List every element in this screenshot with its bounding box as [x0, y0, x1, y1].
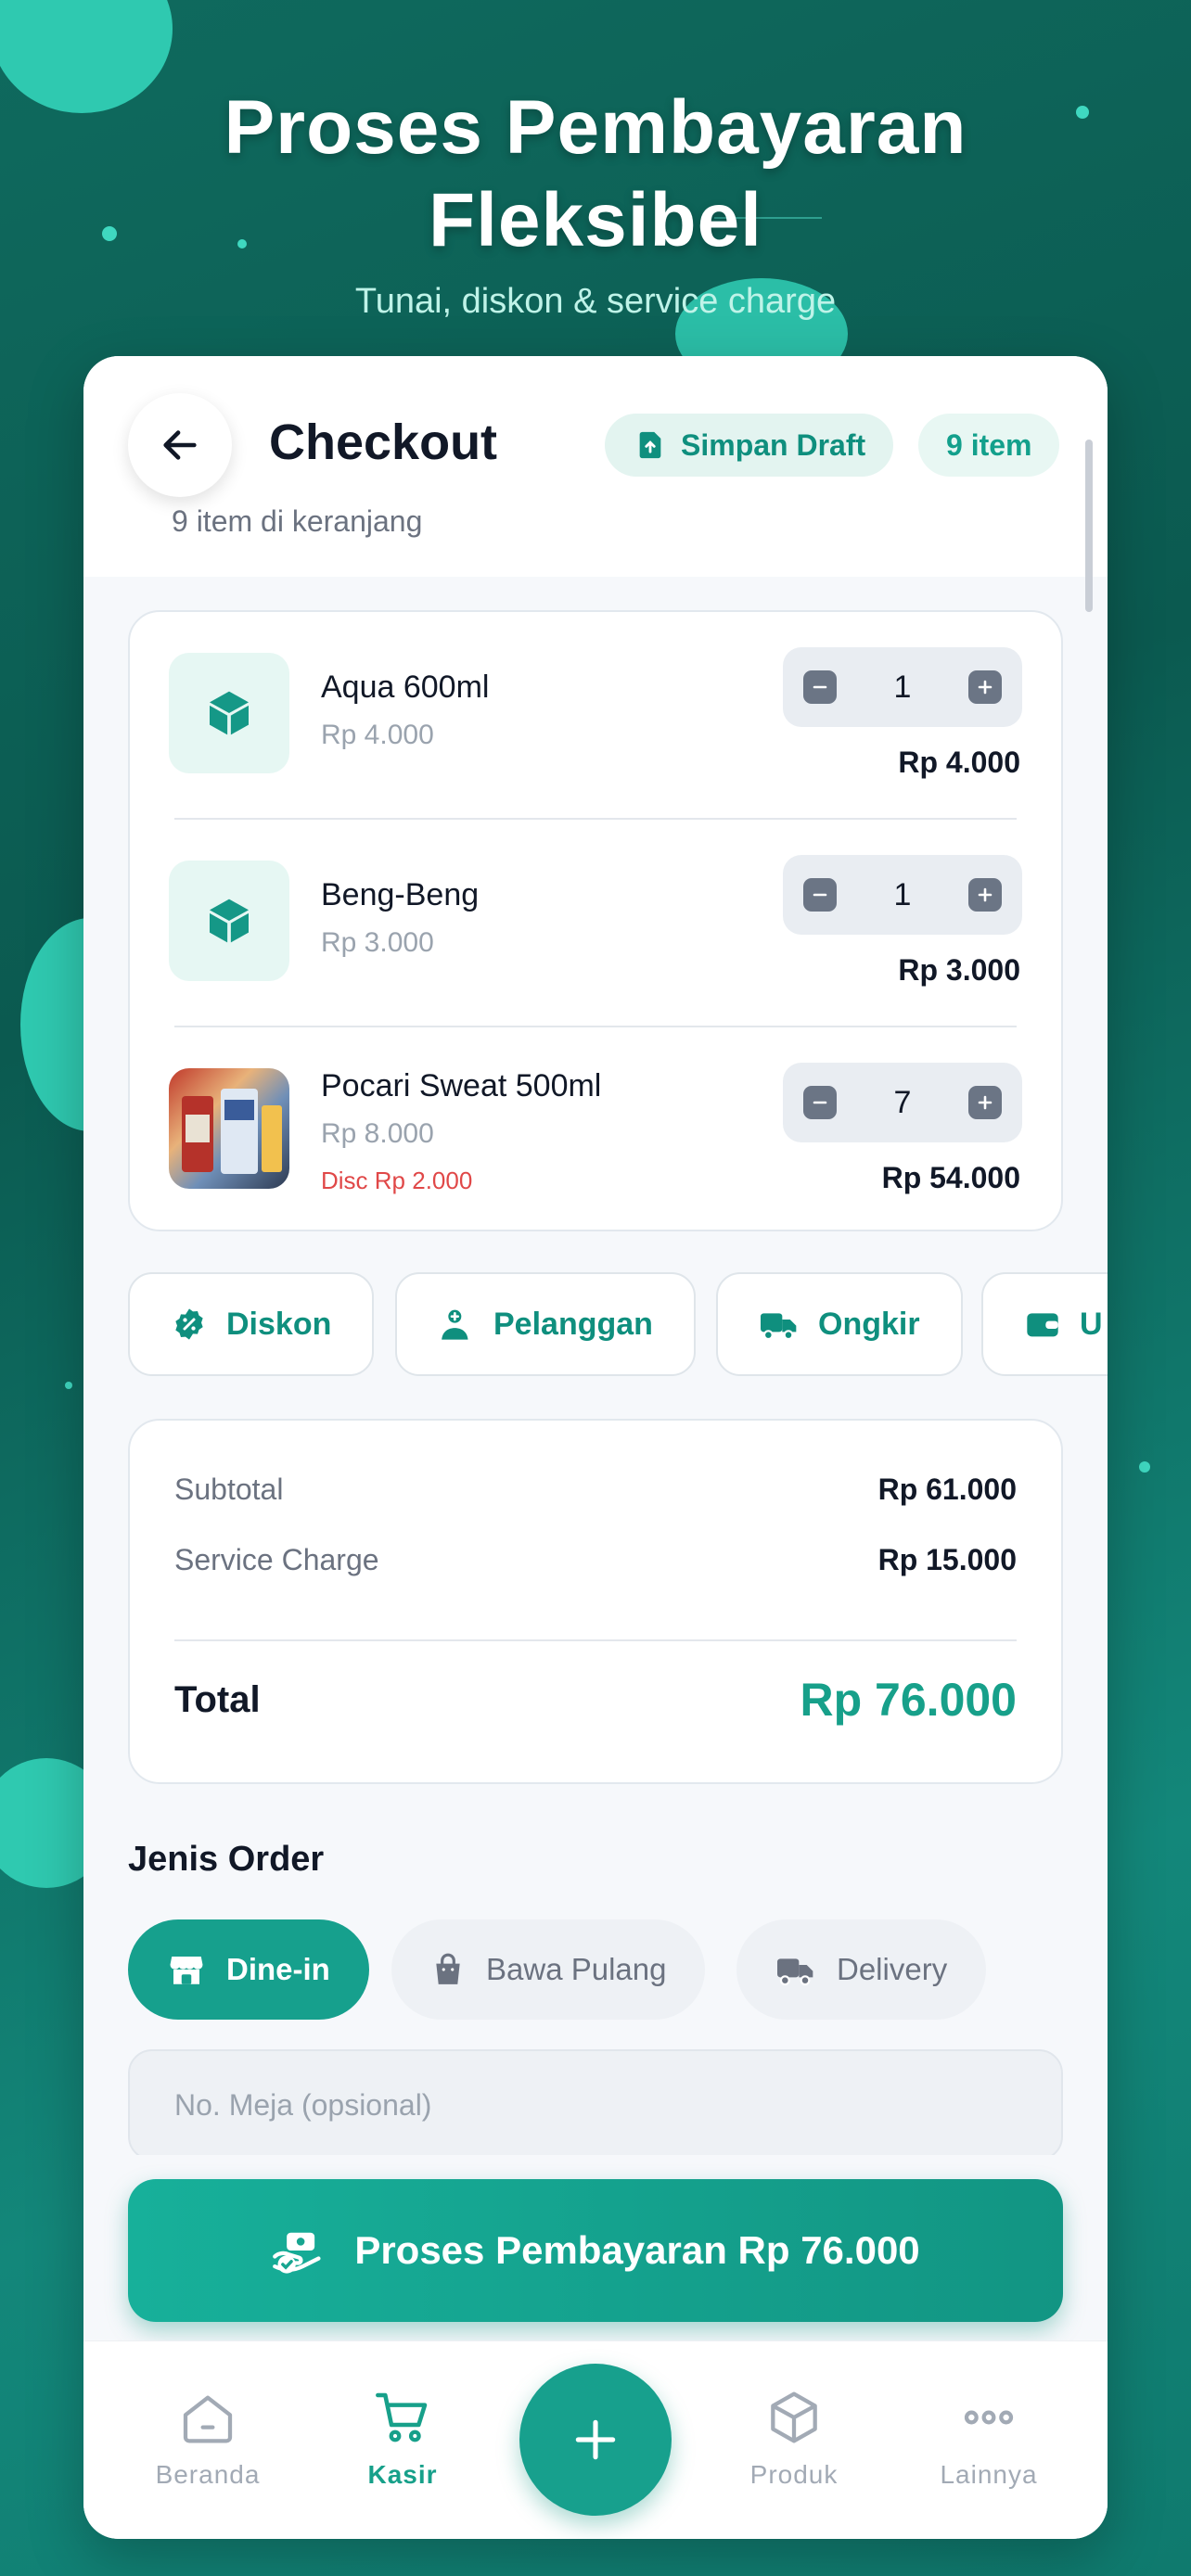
home-icon — [183, 2395, 233, 2443]
plus-icon[interactable] — [967, 670, 1002, 704]
nav-item-produk[interactable]: Produk — [711, 2388, 877, 2490]
nav-item-kasir[interactable]: Kasir — [319, 2388, 486, 2490]
summary-card: Subtotal Rp 61.000 Service Charge Rp 15.… — [128, 1419, 1063, 1784]
order-type-delivery[interactable]: Delivery — [736, 1919, 987, 2020]
top-bar: Checkout 9 item di keranjang Simpan Draf… — [83, 356, 1108, 612]
plus-icon[interactable] — [967, 878, 1002, 912]
decor-dot — [1139, 1461, 1150, 1473]
minus-icon[interactable] — [803, 1086, 837, 1119]
nav-label: Beranda — [155, 2460, 261, 2489]
cash-hand-icon — [273, 2232, 321, 2274]
discount-badge-icon — [175, 1308, 203, 1340]
subtotal-row: Subtotal Rp 61.000 — [174, 1473, 1017, 1507]
save-draft-button[interactable]: Simpan Draft — [605, 414, 894, 477]
discount-button[interactable]: Diskon — [128, 1272, 375, 1376]
line-total: Rp 4.000 — [898, 746, 1020, 779]
more-icon — [964, 2410, 1014, 2425]
shipping-label: Ongkir — [818, 1306, 920, 1342]
plus-icon — [575, 2419, 616, 2460]
minus-icon[interactable] — [803, 670, 837, 704]
service-charge-label: Service Charge — [174, 1543, 379, 1576]
total-value: Rp 76.000 — [800, 1674, 1017, 1726]
wallet-button[interactable]: U — [981, 1272, 1108, 1376]
service-charge-value: Rp 15.000 — [877, 1543, 1017, 1576]
subtotal-value: Rp 61.000 — [877, 1473, 1017, 1506]
product-thumbnail — [169, 861, 289, 981]
product-price: Rp 4.000 — [321, 720, 434, 750]
quantity-stepper: 1 — [783, 647, 1022, 727]
decor-dot — [65, 1382, 72, 1389]
process-payment-label: Proses Pembayaran Rp 76.000 — [354, 2228, 920, 2272]
product-price: Rp 3.000 — [321, 927, 434, 958]
hero-title: Proses Pembayaran Fleksibel — [224, 85, 967, 262]
order-type-label: Bawa Pulang — [486, 1952, 667, 1986]
cart-card: Aqua 600ml Rp 4.000 1 Rp 4.000 Beng-Beng… — [128, 610, 1063, 1231]
order-type-takeaway[interactable]: Bawa Pulang — [391, 1919, 706, 2020]
product-photo — [169, 1068, 289, 1189]
product-name: Pocari Sweat 500ml — [321, 1068, 602, 1103]
total-label: Total — [174, 1678, 261, 1720]
line-total: Rp 54.000 — [881, 1161, 1020, 1194]
cube-icon — [210, 899, 249, 943]
table-number-input[interactable] — [128, 2049, 1063, 2161]
cart-icon — [376, 2392, 428, 2442]
nav-label: Kasir — [367, 2460, 438, 2489]
save-draft-icon — [639, 431, 661, 459]
wallet-label: U — [1080, 1306, 1103, 1342]
product-name: Beng-Beng — [321, 877, 480, 912]
bag-icon — [436, 1953, 460, 1984]
arrow-left-icon — [163, 430, 197, 460]
order-type-heading: Jenis Order — [128, 1840, 325, 1879]
truck-icon — [761, 1313, 797, 1341]
total-row: Total Rp 76.000 — [174, 1673, 1017, 1727]
back-button[interactable] — [128, 393, 232, 497]
plus-icon[interactable] — [967, 1086, 1002, 1119]
nav-label: Produk — [749, 2460, 839, 2489]
cart-item: Beng-Beng Rp 3.000 1 Rp 3.000 — [130, 820, 1061, 1026]
process-payment-button[interactable]: Proses Pembayaran Rp 76.000 — [128, 2179, 1063, 2322]
wallet-icon — [1027, 1313, 1058, 1337]
save-draft-label: Simpan Draft — [681, 427, 866, 462]
product-thumbnail — [169, 653, 289, 773]
cart-item: Aqua 600ml Rp 4.000 1 Rp 4.000 — [130, 612, 1061, 818]
quantity-stepper: 7 — [783, 1063, 1022, 1142]
nav-label: Lainnya — [940, 2460, 1038, 2489]
shipping-button[interactable]: Ongkir — [716, 1272, 963, 1376]
quantity-value: 1 — [893, 669, 912, 705]
store-icon — [170, 1957, 203, 1984]
bottom-nav: Beranda Kasir Produk Lainnya — [83, 2340, 1108, 2539]
add-person-icon — [442, 1309, 468, 1340]
divider — [174, 1639, 1017, 1641]
order-type-dine-in[interactable]: Dine-in — [128, 1919, 369, 2020]
customer-label: Pelanggan — [493, 1306, 653, 1342]
quantity-stepper: 1 — [783, 855, 1022, 935]
nav-item-beranda[interactable]: Beranda — [124, 2388, 291, 2490]
nav-item-lainnya[interactable]: Lainnya — [905, 2388, 1072, 2490]
truck-icon — [777, 1958, 813, 1986]
minus-icon[interactable] — [803, 878, 837, 912]
quantity-value: 7 — [893, 1084, 912, 1120]
order-type-label: Dine-in — [226, 1952, 330, 1986]
order-type-label: Delivery — [837, 1952, 948, 1986]
product-discount: Disc Rp 2.000 — [321, 1167, 473, 1194]
page-title: Checkout — [269, 414, 498, 470]
checkout-screen: Checkout 9 item di keranjang Simpan Draf… — [83, 356, 1108, 2539]
discount-label: Diskon — [226, 1306, 332, 1342]
cart-item: Pocari Sweat 500ml Rp 8.000 Disc Rp 2.00… — [130, 1027, 1061, 1233]
cube-icon — [210, 691, 249, 735]
box-icon — [771, 2391, 817, 2443]
item-count-badge: 9 item — [918, 414, 1060, 477]
product-name: Aqua 600ml — [321, 670, 490, 705]
hero-subtitle: Tunai, diskon & service charge — [354, 282, 837, 321]
quantity-value: 1 — [893, 876, 912, 912]
page-subtitle: 9 item di keranjang — [172, 504, 423, 538]
customer-button[interactable]: Pelanggan — [395, 1272, 696, 1376]
product-price: Rp 8.000 — [321, 1118, 434, 1149]
subtotal-label: Subtotal — [174, 1473, 284, 1506]
service-charge-row: Service Charge Rp 15.000 — [174, 1543, 1017, 1577]
add-fab-button[interactable] — [519, 2364, 672, 2516]
scrollbar[interactable] — [1085, 440, 1093, 612]
line-total: Rp 3.000 — [898, 953, 1020, 987]
